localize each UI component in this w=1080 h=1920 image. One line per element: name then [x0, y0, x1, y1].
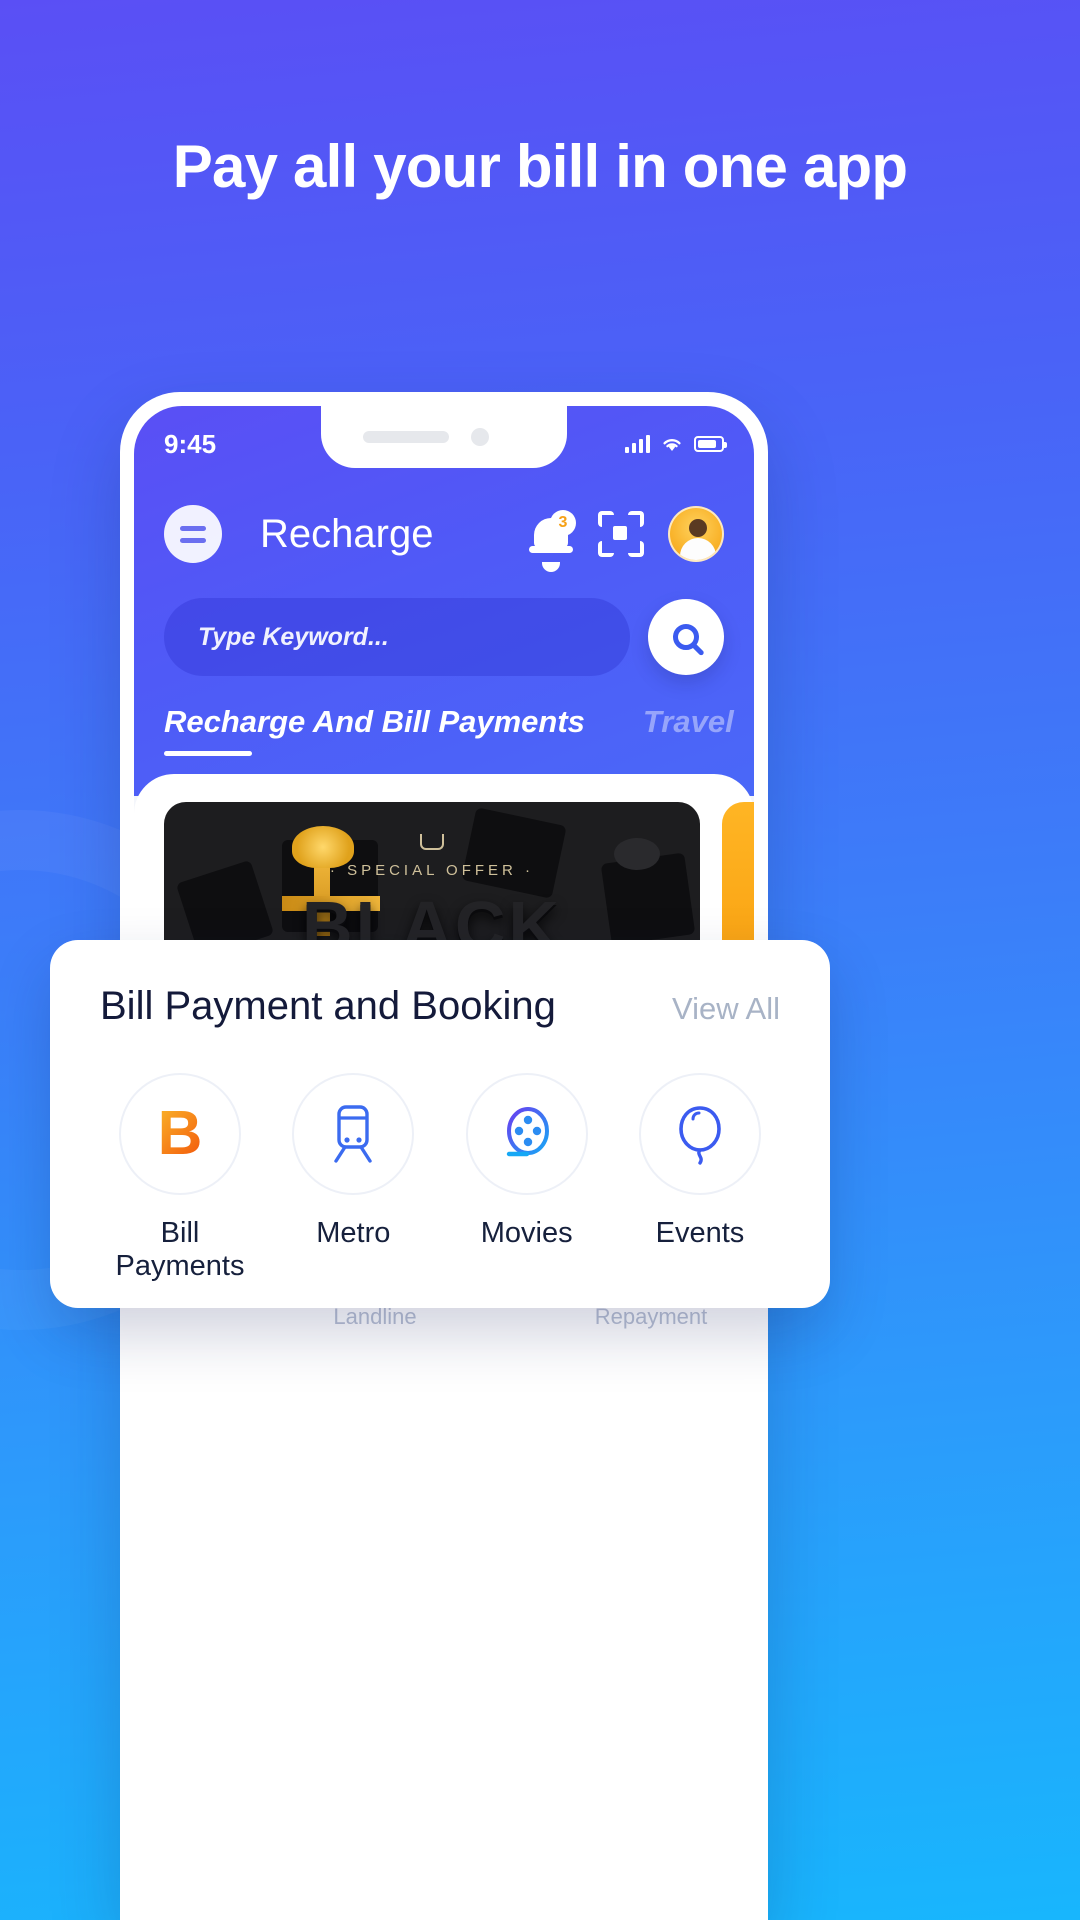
balloon-icon — [679, 1106, 721, 1165]
signal-bars-icon — [625, 435, 650, 453]
tab-active-underline — [164, 751, 252, 756]
hamburger-menu-icon[interactable] — [164, 505, 222, 563]
search-placeholder: Type Keyword... — [198, 622, 389, 651]
card-item-label: Metro — [316, 1217, 391, 1249]
card-item-label: Bill Payments — [115, 1217, 245, 1282]
card-item-events[interactable]: Events — [620, 1073, 780, 1283]
icon-circle — [465, 1073, 588, 1195]
notification-bell-icon[interactable]: 3 — [528, 510, 576, 572]
card-item-metro[interactable]: Metro — [273, 1073, 433, 1283]
search-input[interactable]: Type Keyword... — [164, 598, 630, 676]
wifi-icon — [663, 439, 681, 451]
status-time: 9:45 — [164, 428, 217, 459]
header-actions: 3 — [528, 506, 724, 572]
card-items: B Bill Payments Metro Movies Events — [100, 1073, 780, 1283]
status-indicators — [625, 421, 727, 453]
card-title: Bill Payment and Booking — [100, 984, 556, 1028]
tab-recharge-and-bill-payments[interactable]: Recharge And Bill Payments — [164, 704, 585, 756]
tab-label: Recharge And Bill Payments — [164, 704, 585, 739]
card-item-movies[interactable]: Movies — [447, 1073, 607, 1283]
user-avatar[interactable] — [668, 506, 724, 562]
view-all-link[interactable]: View All — [672, 991, 780, 1027]
search-icon — [673, 624, 699, 650]
app-title: Recharge — [260, 511, 434, 556]
metro-train-icon — [334, 1105, 373, 1163]
card-header: Bill Payment and Booking View All — [100, 984, 780, 1029]
app-header: Recharge 3 — [134, 494, 754, 574]
card-item-label: Events — [655, 1217, 745, 1249]
billdesk-b-icon: B — [157, 1099, 203, 1168]
search-row: Type Keyword... — [164, 598, 724, 676]
crown-icon — [420, 834, 444, 850]
banner-eyebrow: · SPECIAL OFFER · — [329, 862, 535, 879]
category-tabs: Recharge And Bill Payments Travel Sh — [164, 704, 754, 756]
search-button[interactable] — [648, 599, 724, 675]
movie-reel-icon — [506, 1107, 549, 1157]
card-item-label: Movies — [480, 1217, 573, 1249]
speaker-grille-icon — [363, 431, 449, 443]
phone-notch — [321, 406, 567, 468]
tab-travel[interactable]: Travel — [643, 704, 734, 740]
bill-payment-and-booking-card: Bill Payment and Booking View All B Bill… — [50, 940, 830, 1308]
battery-icon — [694, 436, 727, 452]
card-item-bill-payments[interactable]: B Bill Payments — [100, 1073, 260, 1283]
icon-circle — [292, 1073, 415, 1195]
icon-circle: B — [119, 1073, 241, 1195]
front-camera-icon — [471, 428, 489, 446]
icon-circle — [638, 1073, 761, 1195]
qr-scanner-icon[interactable] — [598, 511, 644, 557]
notification-badge: 3 — [550, 510, 576, 536]
page-headline: Pay all your bill in one app — [172, 133, 908, 200]
